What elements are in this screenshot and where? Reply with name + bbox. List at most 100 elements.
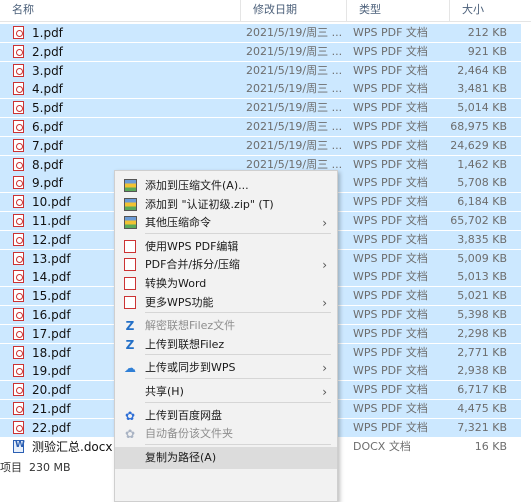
file-size: 2,298 KB xyxy=(457,326,507,340)
menu-item[interactable]: ☁ 上传或同步到WPS › xyxy=(115,357,337,379)
file-type: WPS PDF 文档 xyxy=(353,402,428,415)
file-size: 68,975 KB xyxy=(450,120,507,133)
file-size: 5,398 KB xyxy=(457,308,507,321)
file-size: 212 KB xyxy=(467,26,507,39)
baidu-pan-icon: ✿ xyxy=(124,427,136,442)
menu-item-label: 自动备份该文件夹 xyxy=(145,427,233,441)
file-size: 4,475 KB xyxy=(457,402,507,415)
menu-item[interactable]: 共享(H) › xyxy=(115,381,337,403)
blank-icon xyxy=(123,385,137,399)
pdf-icon xyxy=(13,289,24,303)
pdf-icon xyxy=(13,82,24,96)
pdf-icon xyxy=(13,63,24,77)
status-selected-size: 230 MB xyxy=(29,461,71,474)
pdf-icon xyxy=(13,364,24,378)
file-date: 2021/5/19/周三 ... xyxy=(246,63,343,77)
menu-item[interactable]: 复制为路径(A) xyxy=(115,446,337,469)
file-type: WPS PDF 文档 xyxy=(353,364,428,378)
file-name: 10.pdf xyxy=(32,195,71,210)
file-size: 5,014 KB xyxy=(457,101,507,115)
file-type: WPS PDF 文档 xyxy=(353,120,428,133)
baidu-pan-icon: ✿ xyxy=(124,408,136,423)
file-size: 6,717 KB xyxy=(457,383,507,397)
menu-item[interactable]: ✿ 自动备份该文件夹 xyxy=(115,423,337,445)
chevron-right-icon: › xyxy=(322,216,327,231)
file-size: 7,321 KB xyxy=(457,420,507,434)
menu-item-label: 上传到联想Filez xyxy=(145,337,225,351)
file-name: 20.pdf xyxy=(32,383,71,398)
pdf-icon xyxy=(13,44,24,58)
menu-item-label: 其他压缩命令 xyxy=(145,216,211,230)
pdf-icon xyxy=(13,420,24,434)
column-name-header[interactable]: 名称 xyxy=(0,0,240,21)
column-type-header[interactable]: 类型 xyxy=(346,0,449,21)
column-date-header[interactable]: 修改日期 xyxy=(240,0,346,21)
file-type: WPS PDF 文档 xyxy=(353,157,428,171)
file-type: WPS PDF 文档 xyxy=(353,326,428,340)
pdf-icon xyxy=(13,345,24,359)
file-row[interactable]: 2.pdf 2021/5/19/周三 ... WPS PDF 文档 921 KB xyxy=(0,42,521,61)
status-items-label: 项目 xyxy=(0,461,22,474)
file-type: WPS PDF 文档 xyxy=(353,270,428,284)
file-size: 5,021 KB xyxy=(457,289,507,303)
pdf-icon xyxy=(13,326,24,340)
file-type: WPS PDF 文档 xyxy=(353,63,428,77)
file-type: WPS PDF 文档 xyxy=(353,289,428,303)
file-name: 2.pdf xyxy=(32,44,63,59)
filez-icon: Z xyxy=(125,337,135,352)
menu-separator xyxy=(145,312,331,314)
file-size: 5,009 KB xyxy=(457,251,507,265)
chevron-right-icon: › xyxy=(322,361,327,376)
file-name: 14.pdf xyxy=(32,270,71,285)
file-size: 5,013 KB xyxy=(457,270,507,284)
column-size-header[interactable]: 大小 xyxy=(449,0,531,21)
file-size: 1,462 KB xyxy=(457,157,507,171)
file-date: 2021/5/19/周三 ... xyxy=(246,120,343,133)
file-size: 24,629 KB xyxy=(450,138,507,152)
file-type: WPS PDF 文档 xyxy=(353,101,428,115)
file-name: 17.pdf xyxy=(32,326,71,341)
file-row[interactable]: 3.pdf 2021/5/19/周三 ... WPS PDF 文档 2,464 KB xyxy=(0,61,521,80)
file-name: 测验汇总.docx xyxy=(32,439,113,454)
archive-icon xyxy=(123,179,137,193)
pdf-icon xyxy=(13,402,24,415)
pdf-icon xyxy=(13,120,24,133)
file-size: 6,184 KB xyxy=(457,195,507,209)
file-size: 2,464 KB xyxy=(457,63,507,77)
file-row[interactable]: 5.pdf 2021/5/19/周三 ... WPS PDF 文档 5,014 KB xyxy=(0,99,521,118)
menu-item[interactable]: 其他压缩命令 › xyxy=(115,212,337,234)
pdf-icon xyxy=(13,251,24,265)
menu-separator xyxy=(145,401,331,403)
file-name: 16.pdf xyxy=(32,308,71,322)
file-name: 11.pdf xyxy=(32,214,71,228)
filez-icon: Z xyxy=(125,319,135,334)
file-row[interactable]: 6.pdf 2021/5/19/周三 ... WPS PDF 文档 68,975 KB xyxy=(0,118,521,136)
menu-item[interactable]: Z 上传到联想Filez xyxy=(115,334,337,356)
file-date: 2021/5/19/周三 ... xyxy=(246,82,343,96)
file-name: 21.pdf xyxy=(32,402,71,416)
pdf-icon xyxy=(13,232,24,246)
pdf-icon xyxy=(13,383,24,397)
file-type: WPS PDF 文档 xyxy=(353,345,428,359)
file-row[interactable]: 4.pdf 2021/5/19/周三 ... WPS PDF 文档 3,481 KB xyxy=(0,80,521,99)
file-name: 3.pdf xyxy=(32,63,63,78)
file-size: 3,481 KB xyxy=(457,82,507,96)
file-row[interactable]: 7.pdf 2021/5/19/周三 ... WPS PDF 文档 24,629 KB xyxy=(0,136,521,155)
cloud-upload-icon: ☁ xyxy=(124,361,136,376)
file-row[interactable]: 1.pdf 2021/5/19/周三 ... WPS PDF 文档 212 KB xyxy=(0,24,521,42)
file-name: 19.pdf xyxy=(32,364,71,379)
file-type: WPS PDF 文档 xyxy=(353,138,428,152)
file-name: 4.pdf xyxy=(32,82,63,97)
chevron-right-icon: › xyxy=(322,295,327,310)
file-date: 2021/5/19/周三 ... xyxy=(246,101,343,115)
pdf-icon xyxy=(13,308,24,321)
menu-separator xyxy=(145,443,331,445)
file-type: WPS PDF 文档 xyxy=(353,251,428,265)
menu-item-label: 共享(H) xyxy=(145,385,184,398)
pdf-icon xyxy=(13,195,24,209)
menu-item[interactable]: 更多WPS功能 › xyxy=(115,292,337,314)
pdf-icon xyxy=(13,26,24,39)
wps-pdf-icon xyxy=(123,258,137,272)
file-type: WPS PDF 文档 xyxy=(353,383,428,397)
menu-item-label: 复制为路径(A) xyxy=(145,450,217,464)
